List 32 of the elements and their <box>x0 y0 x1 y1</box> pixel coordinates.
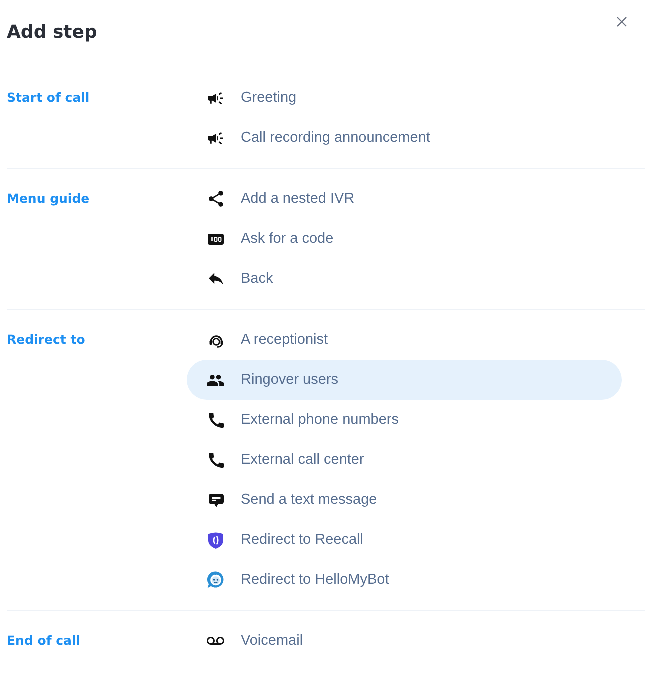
step-option[interactable]: External call center <box>187 440 622 480</box>
headset-icon <box>208 332 224 348</box>
close-icon <box>617 17 627 27</box>
step-option[interactable]: External phone numbers <box>187 400 622 440</box>
step-option[interactable]: Back <box>187 259 622 299</box>
step-option[interactable]: Send a text message <box>187 480 622 520</box>
step-option[interactable]: Voicemail <box>187 621 622 661</box>
robot-face-icon <box>207 571 225 589</box>
section-label: Redirect to <box>7 331 86 349</box>
section-label: Start of call <box>7 89 90 107</box>
megaphone-icon <box>208 92 224 104</box>
phone-icon <box>208 452 224 468</box>
step-option[interactable]: Call recording announcement <box>187 118 622 158</box>
shield-icon <box>208 532 224 548</box>
step-option[interactable]: Ringover users <box>187 360 622 400</box>
voicemail-icon <box>207 637 225 645</box>
dialog-title: Add step <box>7 21 98 45</box>
step-option[interactable]: Greeting <box>187 78 622 118</box>
step-option[interactable]: Add a nested IVR <box>187 179 622 219</box>
step-option[interactable]: Ask for a code <box>187 219 622 259</box>
section-label: End of call <box>7 632 81 650</box>
numpad-icon <box>208 234 224 244</box>
phone-icon <box>208 412 224 428</box>
share-icon <box>208 191 224 207</box>
chat-bubble-icon <box>208 492 224 508</box>
section-label: Menu guide <box>7 190 90 208</box>
step-option[interactable]: Redirect to HelloMyBot <box>187 560 622 600</box>
reply-arrow-icon <box>208 273 224 285</box>
megaphone-icon <box>208 132 224 144</box>
step-option[interactable]: Redirect to Reecall <box>187 520 622 560</box>
people-icon <box>207 374 225 386</box>
step-option[interactable]: A receptionist <box>187 320 622 360</box>
